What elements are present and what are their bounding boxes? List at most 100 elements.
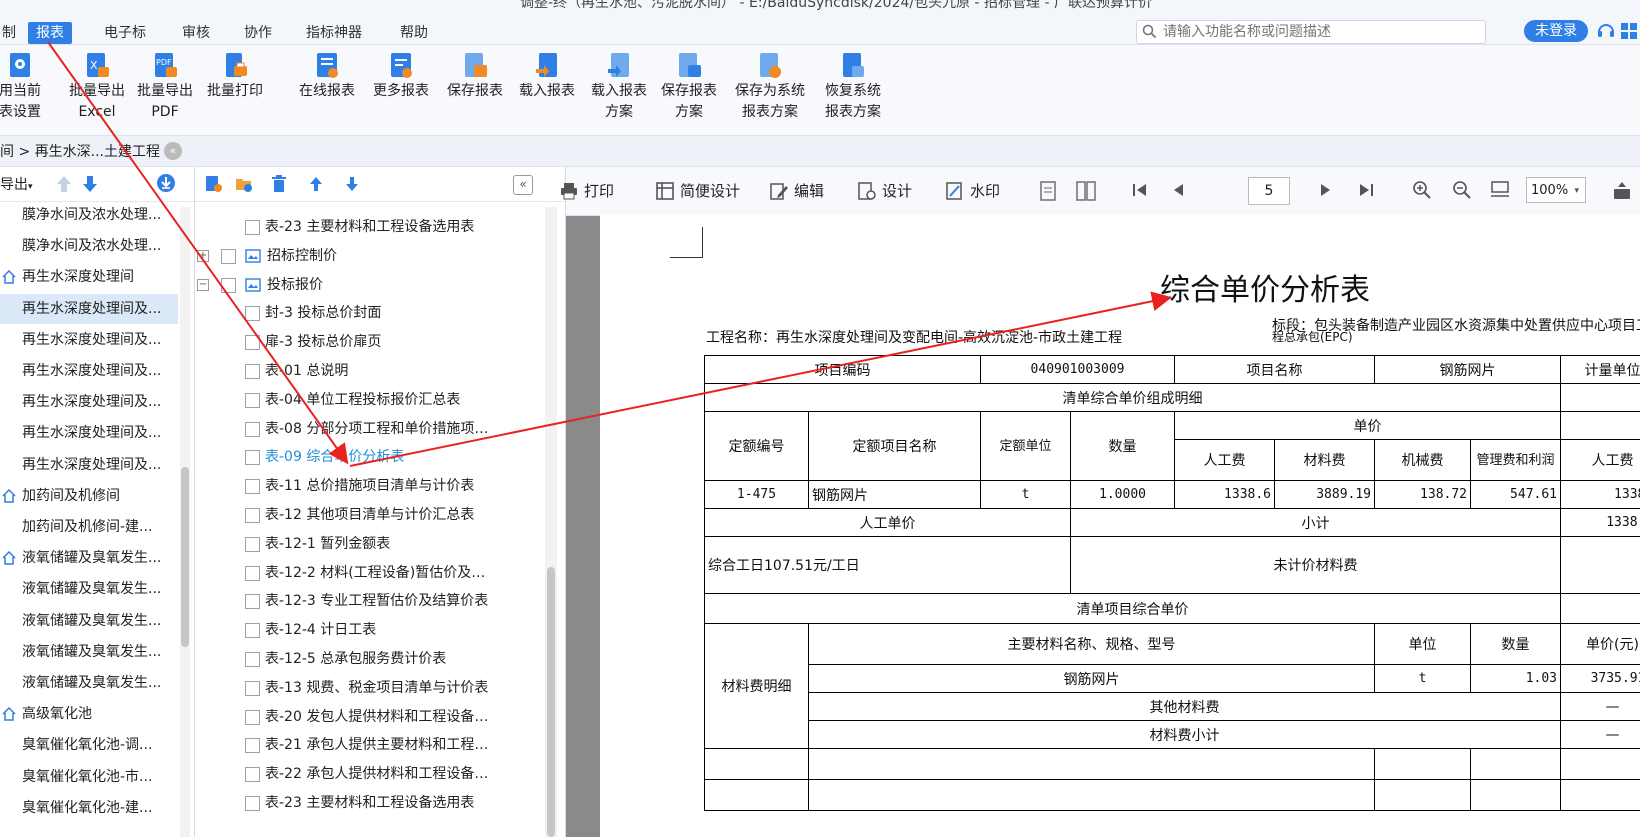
collapse-icon[interactable]: «	[164, 142, 182, 160]
report-item[interactable]: 表-08 分部分项工程和单价措施项…	[265, 414, 488, 444]
menu-item-review[interactable]: 审核	[174, 22, 218, 44]
design-button[interactable]: 设计	[858, 180, 912, 202]
report-checkbox[interactable]	[245, 709, 260, 725]
tree-expander-icon[interactable]: −	[197, 278, 209, 291]
report-item[interactable]: 表-09 综合单价分析表	[265, 442, 404, 472]
tree-item[interactable]: 液氧储罐及臭氧发生...	[0, 668, 178, 698]
report-checkbox[interactable]	[245, 450, 260, 466]
tree-item[interactable]: 膜净水间及浓水处理...	[0, 231, 178, 261]
menu-item-collab[interactable]: 协作	[236, 22, 280, 44]
report-item[interactable]: 表-12-4 计日工表	[265, 615, 376, 645]
tree-item[interactable]: 臭氧催化氧化池-市...	[0, 762, 178, 792]
tree-item[interactable]: 加药间及机修间-建...	[0, 512, 178, 542]
tree-item[interactable]: 再生水深度处理间及...	[0, 450, 178, 480]
watermark-button[interactable]: 水印	[946, 180, 1000, 202]
report-checkbox[interactable]	[245, 767, 260, 783]
zoom-out-icon[interactable]	[1452, 180, 1472, 200]
first-page-icon[interactable]	[1132, 183, 1148, 197]
menu-item-e-bid[interactable]: 电子标	[96, 22, 154, 44]
report-tree-scrollbar[interactable]	[545, 207, 557, 837]
save-as-system-scheme-button[interactable]: 保存为系统 报表方案	[730, 51, 810, 123]
tree-item[interactable]: 臭氧催化氧化池-建...	[0, 793, 178, 823]
report-checkbox[interactable]	[245, 306, 260, 322]
report-checkbox[interactable]	[245, 738, 260, 754]
report-checkbox[interactable]	[245, 796, 260, 811]
delete-icon[interactable]	[271, 175, 287, 193]
report-checkbox[interactable]	[245, 536, 260, 552]
tree-item[interactable]: 膜净水间及浓水处理...	[0, 200, 178, 230]
report-item[interactable]: 表-12-5 总承包服务费计价表	[265, 644, 446, 674]
menu-item-help[interactable]: 帮助	[392, 22, 436, 44]
scrollbar-thumb[interactable]	[181, 467, 189, 647]
app-grid-icon[interactable]	[1620, 22, 1638, 40]
move-up-icon[interactable]	[56, 175, 72, 193]
tree-item[interactable]: 再生水深度处理间及...	[0, 293, 178, 324]
edit-button[interactable]: 编辑	[770, 180, 824, 202]
report-checkbox[interactable]	[221, 248, 236, 264]
report-checkbox[interactable]	[245, 421, 260, 437]
batch-export-pdf-button[interactable]: PDF 批量导出 PDF	[132, 51, 198, 123]
next-page-icon[interactable]	[1320, 183, 1332, 197]
report-item[interactable]: 表-21 承包人提供主要材料和工程…	[265, 730, 488, 760]
tree-item[interactable]: 液氧储罐及臭氧发生...	[0, 574, 178, 604]
search-input[interactable]	[1161, 22, 1483, 42]
report-item[interactable]: 表-11 总价措施项目清单与计价表	[265, 471, 474, 501]
report-checkbox[interactable]	[245, 508, 260, 523]
report-item[interactable]: 表-23 主要材料和工程设备选用表	[265, 788, 474, 818]
report-item[interactable]: 表-12-1 暂列金额表	[265, 529, 390, 559]
batch-export-excel-button[interactable]: X 批量导出 Excel	[62, 51, 132, 123]
tree-item[interactable]: 再生水深度处理间及...	[0, 418, 178, 448]
report-checkbox[interactable]	[245, 335, 260, 351]
report-item[interactable]: 表-20 发包人提供材料和工程设备…	[265, 702, 488, 732]
report-checkbox[interactable]	[245, 565, 260, 581]
report-item[interactable]: 表-22 承包人提供材料和工程设备…	[265, 759, 488, 789]
single-page-icon[interactable]	[1040, 181, 1056, 201]
report-checkbox[interactable]	[245, 594, 260, 610]
online-report-button[interactable]: 在线报表	[294, 51, 360, 102]
report-checkbox[interactable]	[245, 623, 260, 639]
download-circle-icon[interactable]	[156, 173, 176, 193]
report-checkbox[interactable]	[245, 680, 260, 696]
report-item[interactable]: 表-12 其他项目清单与计价汇总表	[265, 500, 474, 530]
load-report-scheme-button[interactable]: 载入报表 方案	[586, 51, 652, 123]
previous-page-icon[interactable]	[1172, 183, 1184, 197]
menu-item-index-tool[interactable]: 指标神器	[298, 22, 370, 44]
report-checkbox[interactable]	[221, 277, 236, 293]
export-dropdown-icon[interactable]	[1612, 181, 1632, 201]
move-up-icon[interactable]	[309, 176, 323, 192]
report-checkbox[interactable]	[245, 220, 260, 235]
menu-item-report[interactable]: 报表	[28, 22, 72, 44]
simple-design-button[interactable]: 简便设计	[656, 180, 740, 202]
page-number-input[interactable]: 5	[1248, 177, 1290, 205]
last-page-icon[interactable]	[1358, 183, 1374, 197]
report-item[interactable]: 表-23 主要材料和工程设备选用表	[265, 212, 474, 242]
tree-group[interactable]: 高级氧化池	[0, 699, 178, 729]
project-tree-scrollbar[interactable]	[180, 207, 190, 837]
report-item[interactable]: 扉-3 投标总价扉页	[265, 327, 381, 357]
tree-item[interactable]: 再生水深度处理间及...	[0, 387, 178, 417]
report-item[interactable]: 表-13 规费、税金项目清单与计价表	[265, 673, 488, 703]
tree-item[interactable]: 臭氧催化氧化池-调...	[0, 730, 178, 760]
more-reports-button[interactable]: 更多报表	[368, 51, 434, 102]
new-report-icon[interactable]	[205, 175, 223, 193]
new-folder-icon[interactable]	[235, 175, 253, 193]
login-button[interactable]: 未登录	[1524, 20, 1588, 42]
menu-item-zhi[interactable]: 制	[0, 22, 24, 44]
fit-width-icon[interactable]	[1490, 181, 1510, 199]
tree-group[interactable]: 再生水深度处理间	[0, 262, 178, 292]
export-dropdown[interactable]: 导出▾	[0, 174, 33, 194]
apply-current-settings-button[interactable]: 用当前 表设置	[0, 51, 44, 123]
two-page-icon[interactable]	[1076, 181, 1096, 201]
move-down-icon[interactable]	[345, 176, 359, 192]
tree-item[interactable]: 再生水深度处理间及...	[0, 356, 178, 386]
move-down-icon[interactable]	[82, 175, 98, 193]
save-report-scheme-button[interactable]: 保存报表 方案	[656, 51, 722, 123]
headset-icon[interactable]	[1596, 21, 1616, 41]
load-report-button[interactable]: 载入报表	[514, 51, 580, 102]
tree-item[interactable]: 液氧储罐及臭氧发生...	[0, 606, 178, 636]
print-button[interactable]: 打印	[560, 180, 614, 202]
batch-print-button[interactable]: 批量打印	[202, 51, 268, 102]
report-item[interactable]: 表-12-2 材料(工程设备)暂估价及…	[265, 558, 485, 588]
tree-item[interactable]: 液氧储罐及臭氧发生...	[0, 637, 178, 667]
report-item[interactable]: 表-04 单位工程投标报价汇总表	[265, 385, 460, 415]
